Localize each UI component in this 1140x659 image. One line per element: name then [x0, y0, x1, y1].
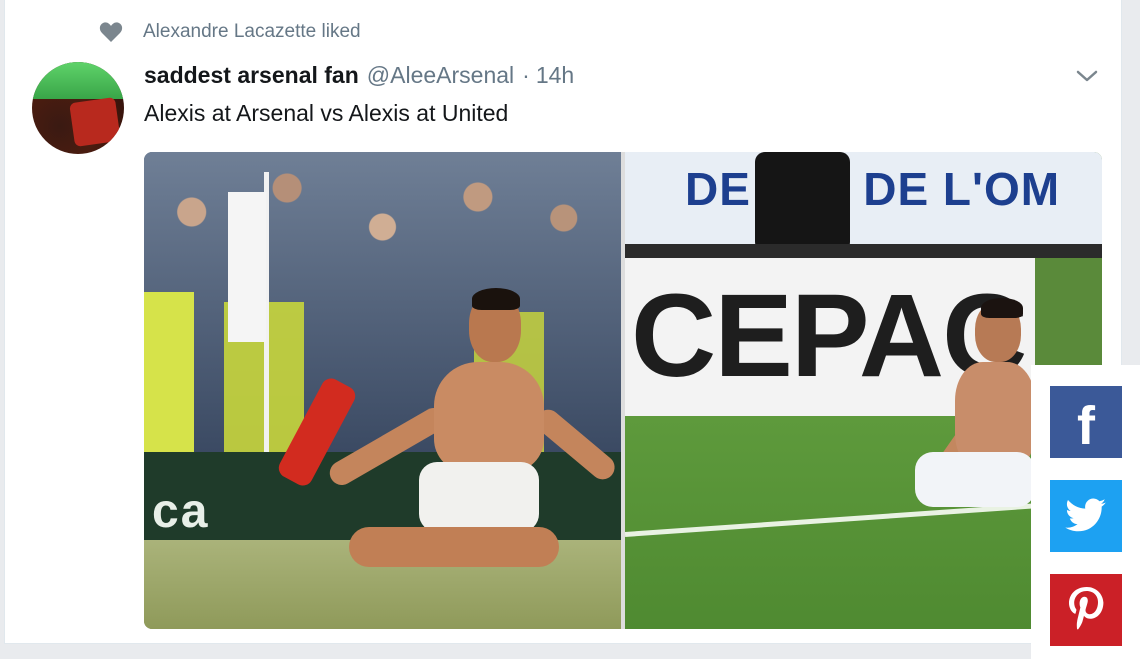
adboard-text: ca — [152, 485, 210, 538]
twitter-share-button[interactable] — [1050, 480, 1122, 552]
tweet-text: Alexis at Arsenal vs Alexis at United — [144, 100, 509, 126]
avatar[interactable] — [32, 62, 124, 154]
tweet-header: saddest arsenal fan @AleeArsenal · 14h — [144, 62, 574, 92]
tweet-card[interactable]: Alexandre Lacazette liked saddest arsena… — [4, 0, 1122, 644]
chevron-down-icon[interactable] — [1075, 66, 1099, 86]
tweet-media[interactable]: ca DE MIS DE L'OM CEPAC — [144, 152, 1102, 629]
header-separator: · — [522, 62, 530, 88]
twitter-icon — [1065, 498, 1106, 532]
facebook-icon: f — [1077, 396, 1095, 456]
facebook-share-button[interactable]: f — [1050, 386, 1122, 458]
social-context-text[interactable]: Alexandre Lacazette liked — [143, 21, 361, 43]
pinterest-icon — [1069, 587, 1104, 630]
tweet-timestamp[interactable]: 14h — [536, 62, 574, 89]
heart-icon — [99, 22, 123, 42]
photo-alexis-arsenal[interactable]: ca — [144, 152, 621, 629]
pinterest-share-button[interactable] — [1050, 574, 1122, 646]
user-handle[interactable]: @AleeArsenal — [367, 62, 514, 89]
banner-text: DE MIS DE L'OM — [685, 163, 1061, 215]
social-context: Alexandre Lacazette liked — [99, 20, 361, 44]
display-name[interactable]: saddest arsenal fan — [144, 62, 359, 89]
share-panel: f — [1031, 365, 1140, 659]
